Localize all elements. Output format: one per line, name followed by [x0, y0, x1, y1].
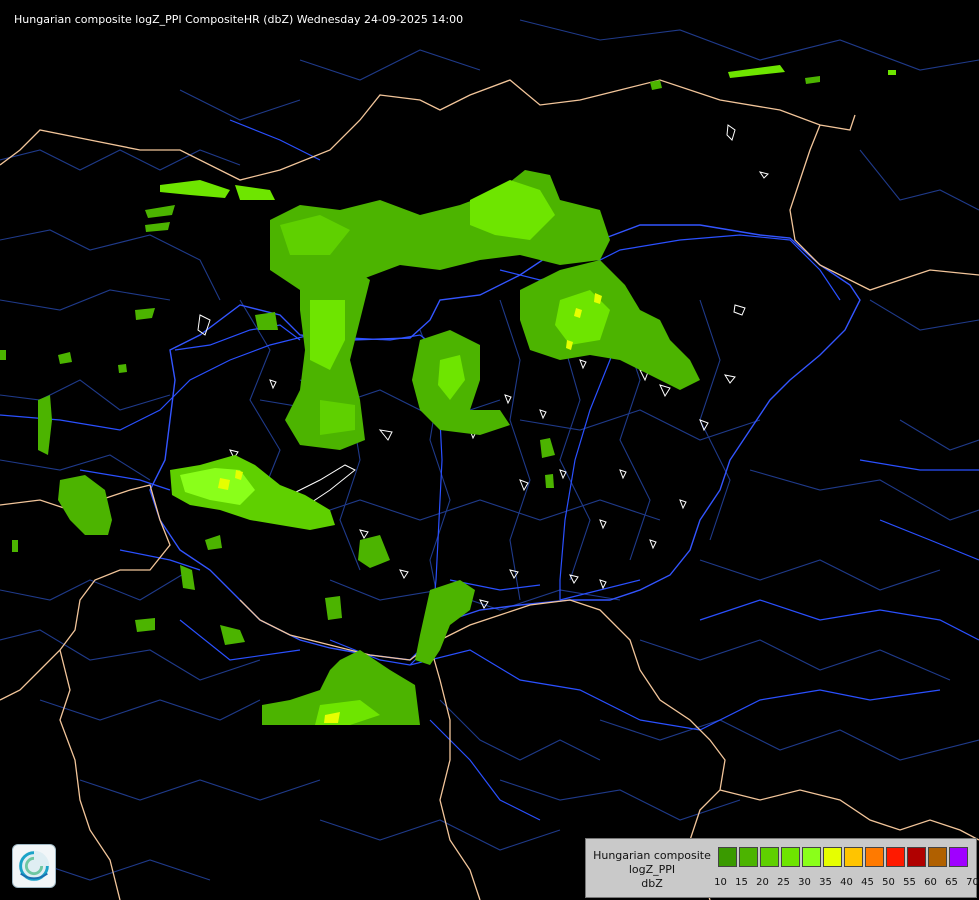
legend-swatch-45	[865, 847, 884, 867]
radar-map	[0, 19, 979, 900]
legend-tick-label: 35	[819, 877, 832, 888]
legend-ticks: 10 15 20 25 30 35 40 45 50 55 60 65 70	[710, 877, 979, 888]
legend-swatch-55	[907, 847, 926, 867]
legend-tick-label: 70	[966, 877, 979, 888]
dbz-legend: Hungarian composite logZ_PPI dbZ 10 15 20 2…	[585, 838, 979, 898]
legend-tick-label: 50	[882, 877, 895, 888]
legend-swatch-10	[718, 847, 737, 867]
legend-tick-label: 65	[945, 877, 958, 888]
legend-title: Hungarian composite logZ_PPI dbZ	[590, 849, 714, 891]
radar-map-page: { "header": { "title": "Hungarian compos…	[0, 0, 979, 900]
legend-tick-label: 10	[714, 877, 727, 888]
legend-swatch-60	[928, 847, 947, 867]
legend-swatch-20	[760, 847, 779, 867]
legend-tick-label: 20	[756, 877, 769, 888]
legend-title-line: logZ_PPI	[628, 863, 676, 876]
legend-tick-label: 40	[840, 877, 853, 888]
met-service-logo	[12, 844, 56, 888]
legend-tick-label: 30	[798, 877, 811, 888]
legend-swatch-40	[844, 847, 863, 867]
page-title: Hungarian composite logZ_PPI CompositeHR…	[14, 13, 464, 26]
legend-tick-label: 25	[777, 877, 790, 888]
legend-swatch-50	[886, 847, 905, 867]
legend-title-line: Hungarian composite	[593, 849, 711, 862]
hungary-border	[149, 224, 861, 661]
legend-swatches	[718, 847, 970, 869]
legend-title-line: dbZ	[641, 877, 663, 890]
swirl-logo-icon	[18, 850, 50, 882]
legend-tick-label: 45	[861, 877, 874, 888]
legend-swatch-35	[823, 847, 842, 867]
radar-echoes	[0, 65, 896, 725]
legend-swatch-25	[781, 847, 800, 867]
legend-tick-label: 60	[924, 877, 937, 888]
legend-swatch-65	[949, 847, 968, 867]
legend-tick-label: 15	[735, 877, 748, 888]
legend-tick-label: 55	[903, 877, 916, 888]
legend-swatch-15	[739, 847, 758, 867]
legend-swatch-30	[802, 847, 821, 867]
